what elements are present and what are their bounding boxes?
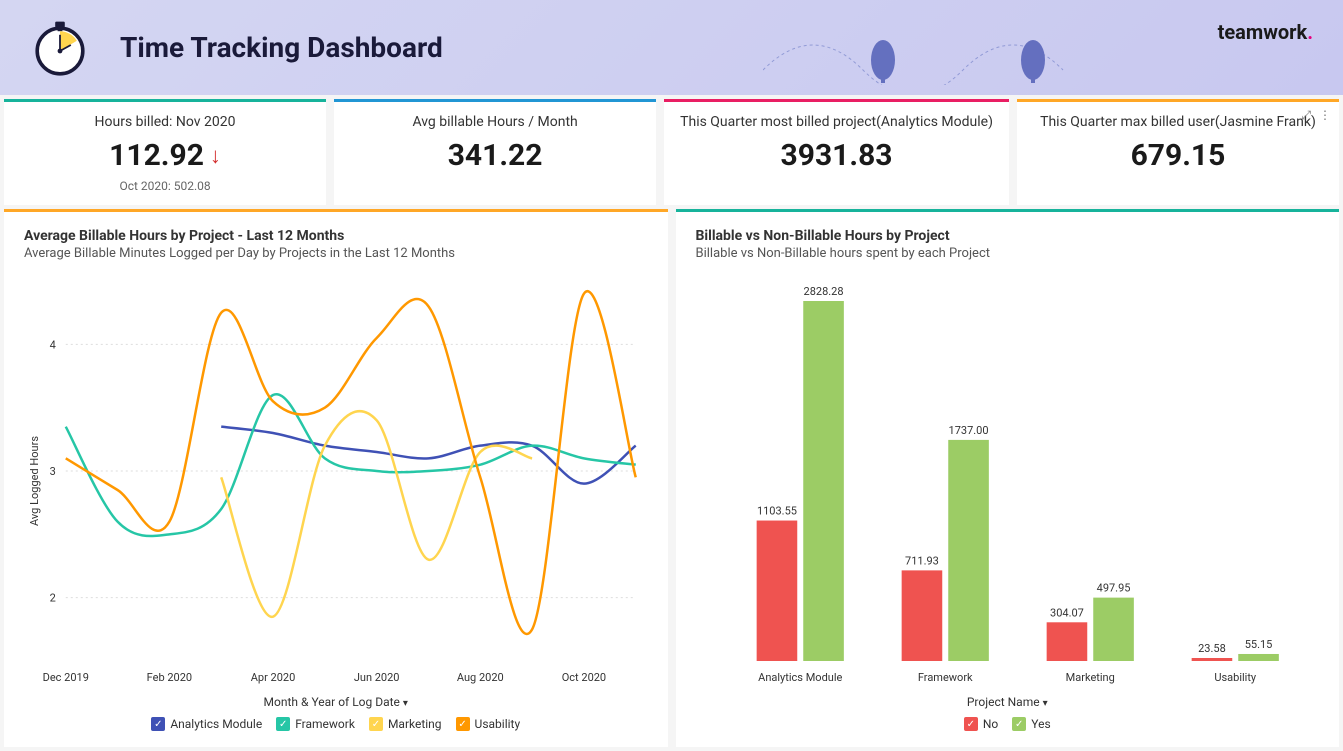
svg-text:304.07: 304.07 <box>1050 606 1084 619</box>
dashboard-header: Time Tracking Dashboard teamwork. <box>0 0 1343 95</box>
legend-item[interactable]: ✓ No <box>964 717 998 731</box>
kpi-row: Hours billed: Nov 2020 112.92 ↓ Oct 2020… <box>0 95 1343 209</box>
checkbox-icon: ✓ <box>151 717 165 731</box>
svg-text:3: 3 <box>50 465 56 478</box>
svg-text:Analytics Module: Analytics Module <box>758 671 842 684</box>
checkbox-icon: ✓ <box>456 717 470 731</box>
svg-text:2828.28: 2828.28 <box>803 285 843 298</box>
line-chart-title: Average Billable Hours by Project - Last… <box>24 228 648 244</box>
legend-label: Yes <box>1031 717 1050 731</box>
kpi-title: This Quarter most billed project(Analyti… <box>680 114 993 130</box>
svg-text:4: 4 <box>50 338 56 351</box>
svg-text:Dec 2019: Dec 2019 <box>43 671 89 684</box>
legend-item[interactable]: ✓ Framework <box>276 717 355 731</box>
bar-chart-legend: ✓ No ✓ Yes <box>696 717 1320 731</box>
kpi-title: Avg billable Hours / Month <box>350 114 640 130</box>
stopwatch-icon <box>30 18 90 78</box>
checkbox-icon: ✓ <box>369 717 383 731</box>
svg-text:23.58: 23.58 <box>1198 642 1226 655</box>
svg-text:497.95: 497.95 <box>1096 582 1130 595</box>
svg-text:Feb 2020: Feb 2020 <box>147 671 192 684</box>
line-chart-card: Average Billable Hours by Project - Last… <box>4 209 668 747</box>
bar-x-axis-label[interactable]: Project Name▾ <box>696 695 1320 709</box>
chevron-down-icon: ▾ <box>403 698 408 709</box>
kpi-title: This Quarter max billed user(Jasmine Fra… <box>1033 114 1323 130</box>
bar-chart-body[interactable]: 1103.55 2828.28 Analytics Module 711.93 1737… <box>696 271 1320 691</box>
line-x-axis-label[interactable]: Month & Year of Log Date▾ <box>24 695 648 709</box>
page-title: Time Tracking Dashboard <box>120 31 443 64</box>
svg-text:711.93: 711.93 <box>905 554 939 567</box>
kpi-most-billed-project[interactable]: This Quarter most billed project(Analyti… <box>664 99 1009 205</box>
checkbox-icon: ✓ <box>276 717 290 731</box>
more-icon[interactable]: ⋮ <box>1319 108 1331 123</box>
svg-text:Avg Logged Hours: Avg Logged Hours <box>28 436 41 526</box>
charts-row: Average Billable Hours by Project - Last… <box>0 209 1343 751</box>
legend-label: Marketing <box>388 717 442 731</box>
kpi-sub: Oct 2020: 502.08 <box>20 179 310 193</box>
svg-text:Marketing: Marketing <box>1065 671 1114 684</box>
kpi-avg-billable[interactable]: Avg billable Hours / Month 341.22 <box>334 99 656 205</box>
kpi-value: 3931.83 <box>680 138 993 173</box>
kpi-title: Hours billed: Nov 2020 <box>20 114 310 130</box>
legend-item[interactable]: ✓ Marketing <box>369 717 442 731</box>
kpi-value: 679.15 <box>1033 138 1323 173</box>
header-decoration <box>763 10 1163 85</box>
svg-text:55.15: 55.15 <box>1244 638 1272 651</box>
legend-label: Usability <box>475 717 521 731</box>
kpi-max-billed-user[interactable]: ⤢ ⋮ This Quarter max billed user(Jasmine… <box>1017 99 1339 205</box>
bar-chart-subtitle: Billable vs Non-Billable hours spent by … <box>696 246 1320 261</box>
svg-text:Framework: Framework <box>917 671 972 684</box>
checkbox-icon: ✓ <box>1012 717 1026 731</box>
svg-text:2: 2 <box>50 592 56 605</box>
svg-text:Aug 2020: Aug 2020 <box>457 671 504 684</box>
svg-text:Oct 2020: Oct 2020 <box>562 671 606 684</box>
checkbox-icon: ✓ <box>964 717 978 731</box>
bar-chart-title: Billable vs Non-Billable Hours by Projec… <box>696 228 1320 244</box>
line-chart-body[interactable]: 2 3 4 Avg Logged Hours Dec 2019 Feb 2020 Apr 2… <box>24 271 648 691</box>
legend-label: No <box>983 717 998 731</box>
kpi-value: 112.92 ↓ <box>20 138 310 173</box>
expand-icon[interactable]: ⤢ <box>1301 108 1311 123</box>
teamwork-logo: teamwork. <box>1218 20 1313 44</box>
svg-text:Apr 2020: Apr 2020 <box>251 671 296 684</box>
legend-label: Analytics Module <box>170 717 262 731</box>
legend-item[interactable]: ✓ Analytics Module <box>151 717 262 731</box>
svg-text:1737.00: 1737.00 <box>948 424 988 437</box>
bar-chart-card: Billable vs Non-Billable Hours by Projec… <box>676 209 1340 747</box>
svg-text:Usability: Usability <box>1214 671 1257 684</box>
line-chart-subtitle: Average Billable Minutes Logged per Day … <box>24 246 648 261</box>
svg-text:1103.55: 1103.55 <box>756 505 796 518</box>
line-chart-legend: ✓ Analytics Module ✓ Framework ✓ Marketing ✓ Us… <box>24 717 648 731</box>
svg-text:Jun 2020: Jun 2020 <box>354 671 400 684</box>
legend-item[interactable]: ✓ Yes <box>1012 717 1050 731</box>
trend-down-icon: ↓ <box>210 143 221 169</box>
legend-label: Framework <box>295 717 355 731</box>
kpi-hours-billed[interactable]: Hours billed: Nov 2020 112.92 ↓ Oct 2020… <box>4 99 326 205</box>
kpi-value: 341.22 <box>350 138 640 173</box>
chevron-down-icon: ▾ <box>1043 698 1048 709</box>
legend-item[interactable]: ✓ Usability <box>456 717 521 731</box>
